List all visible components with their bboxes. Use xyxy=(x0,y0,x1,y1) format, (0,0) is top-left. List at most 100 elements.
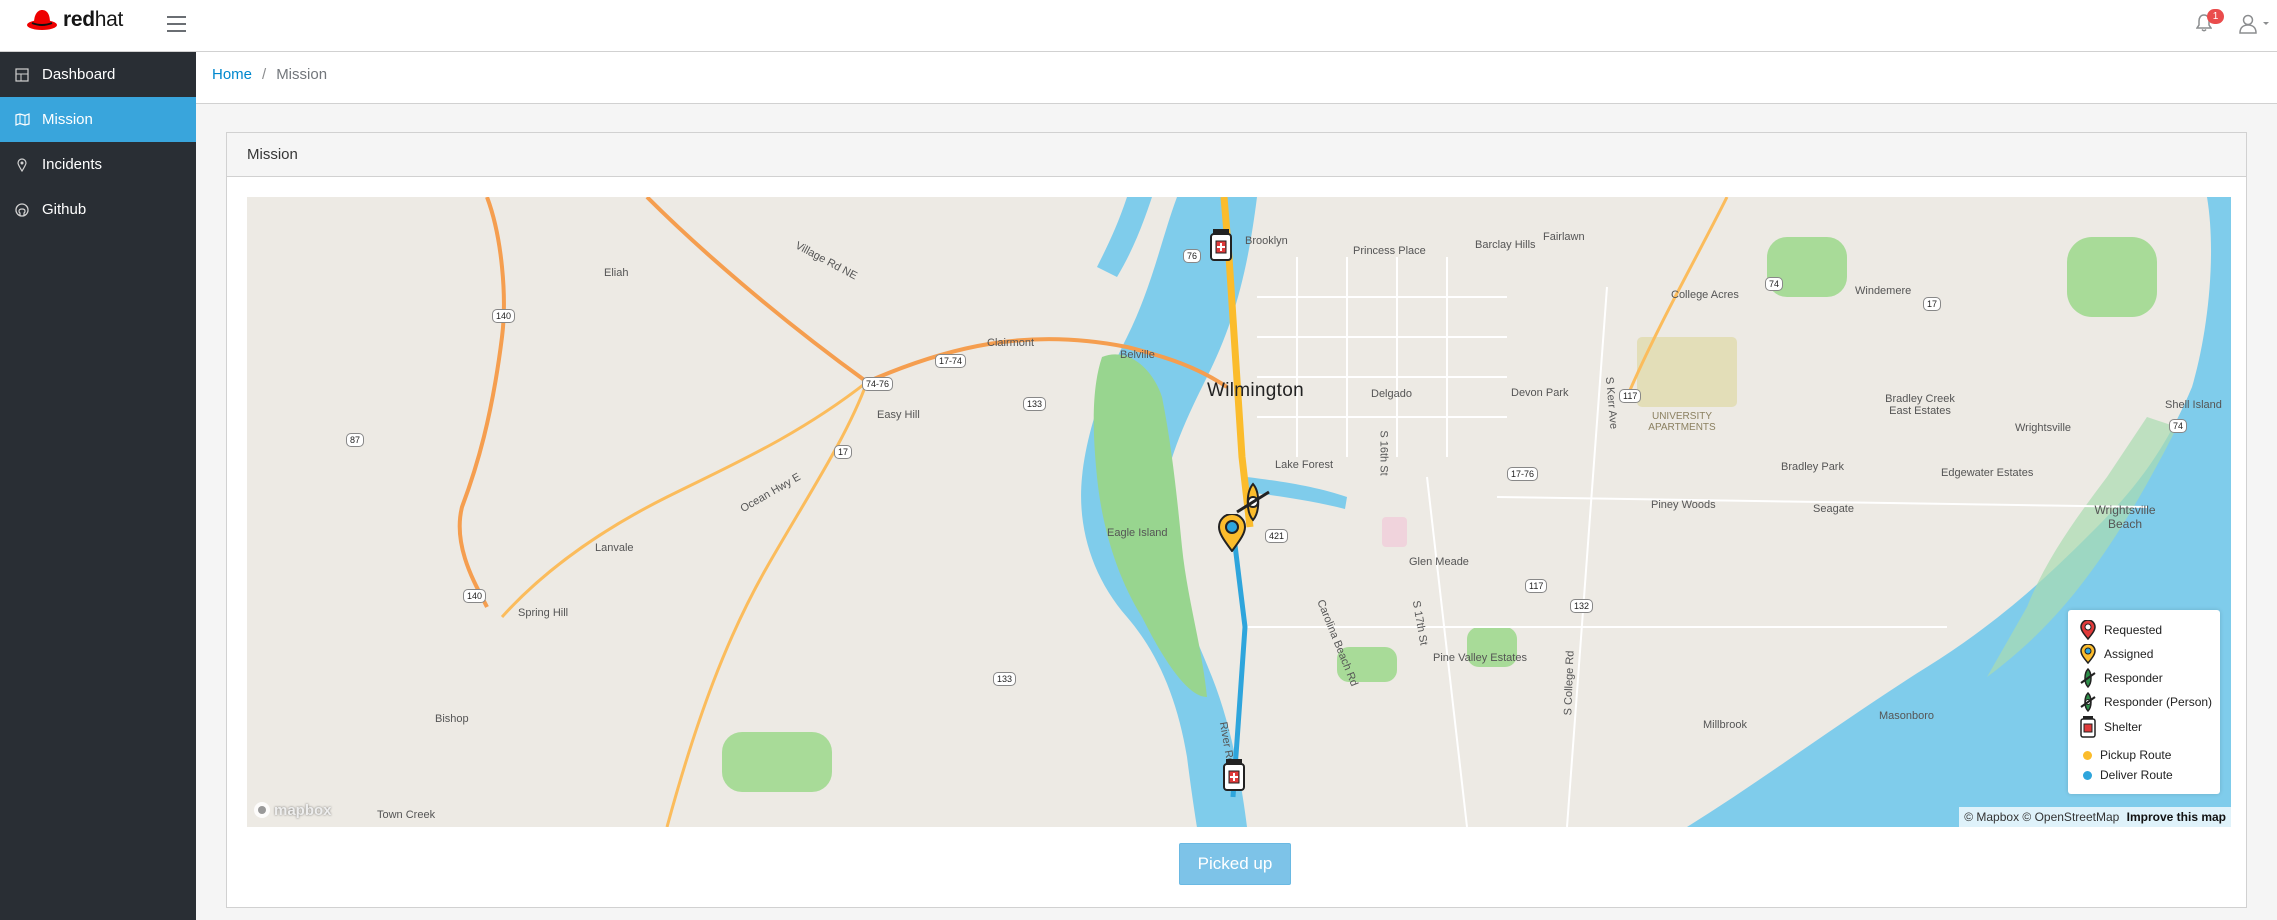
dashboard-icon xyxy=(14,67,30,83)
map-place-label: Lanvale xyxy=(595,542,634,554)
route-shield: 132 xyxy=(1570,599,1594,613)
legend-label: Requested xyxy=(2104,623,2163,637)
map-place-label: Town Creek xyxy=(377,809,436,821)
responder-boat-icon xyxy=(2080,668,2096,688)
mapbox-logo-icon xyxy=(254,802,270,818)
shelter-marker[interactable] xyxy=(1223,759,1245,796)
user-menu-dropdown[interactable] xyxy=(2239,14,2271,36)
map-place-label: Delgado xyxy=(1371,388,1412,400)
interstate-shield: 140 xyxy=(463,589,487,603)
legend-label: Pickup Route xyxy=(2100,748,2172,762)
map-place-label: Windemere xyxy=(1855,285,1912,297)
map-place-label: Spring Hill xyxy=(518,607,569,619)
legend-item: Requested xyxy=(2080,620,2162,640)
attribution-text[interactable]: © Mapbox © OpenStreetMap xyxy=(1964,810,2119,824)
sidebar-item-label: Dashboard xyxy=(42,66,116,83)
breadcrumb-separator: / xyxy=(262,66,267,83)
map-place-label: Brooklyn xyxy=(1245,235,1288,247)
shelter-icon xyxy=(1210,229,1232,261)
map-place-label: Clairmont xyxy=(987,337,1035,349)
top-navbar: redhat 1 xyxy=(0,0,2277,52)
breadcrumb-home-link[interactable]: Home xyxy=(212,66,252,83)
shelter-icon xyxy=(2080,716,2096,738)
hamburger-line xyxy=(167,23,186,25)
route-shield: 133 xyxy=(993,672,1017,686)
route-shield: 17-74 xyxy=(935,354,967,368)
pickup-route-swatch xyxy=(2083,750,2092,760)
map-place-label: Eagle Island xyxy=(1107,527,1168,539)
sidebar-item-mission[interactable]: Mission xyxy=(0,97,196,142)
improve-map-link[interactable]: Improve this map xyxy=(2127,810,2226,824)
mapbox-logo[interactable]: mapbox xyxy=(253,801,332,819)
map-place-label: UNIVERSITY APARTMENTS xyxy=(1648,411,1716,433)
map-place-label: Easy Hill xyxy=(877,409,920,421)
route-shield: 74-76 xyxy=(862,377,894,391)
map-place-label: Wrightsville Beach xyxy=(2094,503,2156,531)
assigned-incident-marker[interactable] xyxy=(1217,513,1247,557)
map-marker-icon xyxy=(14,157,30,173)
legend-label: Assigned xyxy=(2104,647,2154,661)
route-shield: 76 xyxy=(1183,249,1202,263)
map-place-label: Devon Park xyxy=(1511,387,1569,399)
map-place-label: Eliah xyxy=(604,267,629,279)
card-title: Mission xyxy=(227,133,2246,177)
route-shield: 17-76 xyxy=(1507,467,1539,481)
interstate-shield: 140 xyxy=(492,309,516,323)
brand-wordmark: redhat xyxy=(63,8,124,31)
map-place-label: Seagate xyxy=(1813,503,1854,515)
route-shield: 133 xyxy=(1023,397,1047,411)
requested-marker-icon xyxy=(2080,620,2096,640)
notification-count-badge: 1 xyxy=(2207,9,2224,24)
sidebar-item-label: Mission xyxy=(42,111,93,128)
sidebar-toggle-button[interactable] xyxy=(167,16,186,32)
legend-item: Responder (Person) xyxy=(2080,692,2212,712)
route-shield: 117 xyxy=(1619,389,1642,403)
sidebar-item-github[interactable]: Github xyxy=(0,187,196,232)
legend-item: Deliver Route xyxy=(2080,768,2173,782)
sidebar-item-label: Incidents xyxy=(42,156,103,173)
map-place-label: Bishop xyxy=(435,713,469,725)
route-shield: 74 xyxy=(2169,419,2188,433)
route-shield: 87 xyxy=(346,433,365,447)
legend-label: Shelter xyxy=(2104,720,2143,734)
map-place-label: Fairlawn xyxy=(1543,231,1585,243)
breadcrumb-current: Mission xyxy=(276,66,328,83)
map-place-label: Piney Woods xyxy=(1651,499,1716,511)
sidebar-item-dashboard[interactable]: Dashboard xyxy=(0,52,196,97)
breadcrumb: Home / Mission xyxy=(212,66,327,83)
assigned-marker-icon xyxy=(1217,513,1247,553)
map-attribution: © Mapbox © OpenStreetMap Improve this ma… xyxy=(1959,807,2231,827)
route-shield: 17 xyxy=(834,445,853,459)
legend-item: Assigned xyxy=(2080,644,2153,664)
map-place-label: Masonboro xyxy=(1879,710,1935,722)
route-shield: 421 xyxy=(1265,529,1289,543)
route-shield: 74 xyxy=(1765,277,1784,291)
legend-label: Responder (Person) xyxy=(2104,695,2213,709)
hamburger-line xyxy=(167,30,186,32)
breadcrumb-bar: Home / Mission xyxy=(196,52,2277,104)
mission-map[interactable]: Eliah Village Rd NE Clairmont Belville E… xyxy=(247,197,2231,827)
map-place-label: Lake Forest xyxy=(1275,459,1334,471)
map-place-label: College Acres xyxy=(1671,289,1739,301)
user-icon xyxy=(2239,14,2269,34)
map-place-label: Belville xyxy=(1120,349,1155,361)
legend-label: Responder xyxy=(2104,671,2163,685)
hamburger-line xyxy=(167,16,186,18)
legend-label: Deliver Route xyxy=(2100,768,2173,782)
shelter-marker[interactable] xyxy=(1210,229,1232,266)
sidebar-item-incidents[interactable]: Incidents xyxy=(0,142,196,187)
map-place-label: Bradley Creek East Estates xyxy=(1885,393,1955,417)
map-place-label: Wrightsville xyxy=(2015,422,2072,434)
map-legend: Requested Assigned Responder Responder (… xyxy=(2068,610,2220,794)
picked-up-button[interactable]: Picked up xyxy=(1179,843,1291,885)
redhat-logo[interactable]: redhat xyxy=(26,8,123,32)
assigned-marker-icon xyxy=(2080,644,2096,664)
map-place-label: Edgewater Estates xyxy=(1941,467,2034,479)
deliver-route-swatch xyxy=(2083,770,2092,780)
city-label-wilmington: Wilmington xyxy=(1207,380,1304,401)
sidebar-nav: Dashboard Mission Incidents Github xyxy=(0,52,196,920)
route-shield: 17 xyxy=(1923,297,1942,311)
legend-item: Pickup Route xyxy=(2080,748,2171,762)
responder-person-icon xyxy=(2080,692,2096,712)
map-place-label: S 16th St xyxy=(1377,430,1390,476)
